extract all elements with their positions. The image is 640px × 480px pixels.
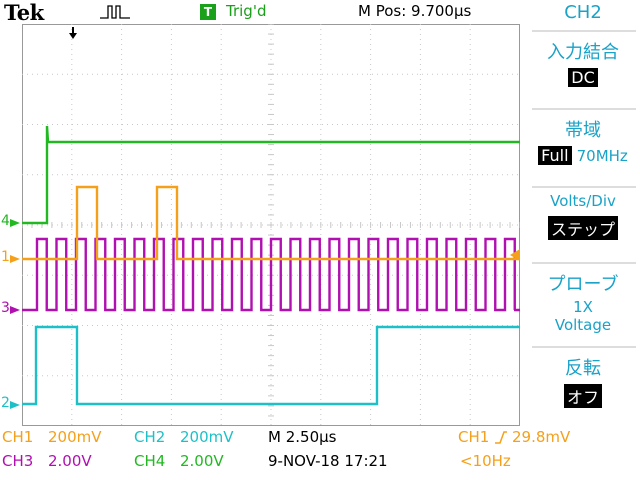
volts-div-menu-button[interactable]: Volts/Div ステップ xyxy=(526,192,640,258)
menu-divider xyxy=(532,108,636,110)
waveform-display xyxy=(22,24,520,426)
probe-label: プローブ xyxy=(547,274,619,295)
ch2-ground-marker[interactable]: 2 xyxy=(1,395,23,413)
trigger-position-marker xyxy=(69,27,77,39)
probe-type: Voltage xyxy=(554,316,612,334)
bandwidth-menu-button[interactable]: 帯域 Full 70MHz xyxy=(526,116,640,182)
ch3-ground-marker[interactable]: 3 xyxy=(1,300,23,318)
invert-menu-button[interactable]: 反転 オフ xyxy=(526,354,640,420)
menu-divider xyxy=(532,30,636,32)
ch2-label: CH2 xyxy=(134,428,166,446)
trigger-level-icon xyxy=(510,249,520,261)
coupling-menu-button[interactable]: 入力結合 DC xyxy=(526,38,640,102)
bandwidth-limit-value: 70MHz xyxy=(576,147,628,165)
coupling-value: DC xyxy=(568,68,598,87)
rising-edge-icon xyxy=(495,431,507,444)
probe-attenuation: 1X xyxy=(573,298,593,316)
volts-div-label: Volts/Div xyxy=(550,192,616,210)
bandwidth-label: 帯域 xyxy=(565,120,601,141)
ch3-label: CH3 xyxy=(2,452,34,470)
menu-divider xyxy=(532,186,636,188)
volts-div-value: ステップ xyxy=(547,216,618,240)
horizontal-position: M Pos: 9.700µs xyxy=(358,2,472,20)
menu-divider xyxy=(532,346,636,348)
trigger-frequency: <10Hz xyxy=(460,452,511,470)
trigger-level: 29.8mV xyxy=(512,428,571,446)
right-arrow-icon xyxy=(10,306,20,314)
waveform-traces xyxy=(22,125,520,406)
readout-bar: CH1 200mV CH2 200mV M 2.50µs CH1 29.8mV … xyxy=(0,426,640,480)
channel-menu: CH2 入力結合 DC 帯域 Full 70MHz Volts/Div ステップ… xyxy=(526,0,640,430)
right-arrow-icon xyxy=(10,401,20,409)
ch1-label: CH1 xyxy=(2,428,34,446)
trigger-source: CH1 xyxy=(458,428,490,446)
ch3-scale: 2.00V xyxy=(48,452,92,470)
timebase: M 2.50µs xyxy=(268,428,337,446)
coupling-label: 入力結合 xyxy=(547,42,619,63)
probe-menu-button[interactable]: プローブ 1X Voltage xyxy=(526,270,640,342)
trigger-badge: T xyxy=(200,4,216,20)
menu-channel-title: CH2 xyxy=(564,2,602,23)
ch4-label: CH4 xyxy=(134,452,166,470)
pulse-acquisition-icon xyxy=(100,5,130,19)
trigger-status: Trig'd xyxy=(226,2,267,20)
ch4-ground-marker[interactable]: 4 xyxy=(1,213,23,231)
bandwidth-full-value: Full xyxy=(538,146,572,165)
invert-value: オフ xyxy=(563,384,602,408)
right-arrow-icon xyxy=(10,219,20,227)
ch1-scale: 200mV xyxy=(48,428,102,446)
ch4-scale: 2.00V xyxy=(180,452,224,470)
menu-divider xyxy=(532,262,636,264)
brand-logo: Tek xyxy=(4,0,44,25)
date-time: 9-NOV-18 17:21 xyxy=(268,452,388,470)
ch1-ground-marker[interactable]: 1 xyxy=(1,249,23,267)
invert-label: 反転 xyxy=(565,358,601,379)
right-arrow-icon xyxy=(10,255,20,263)
ch2-scale: 200mV xyxy=(180,428,234,446)
